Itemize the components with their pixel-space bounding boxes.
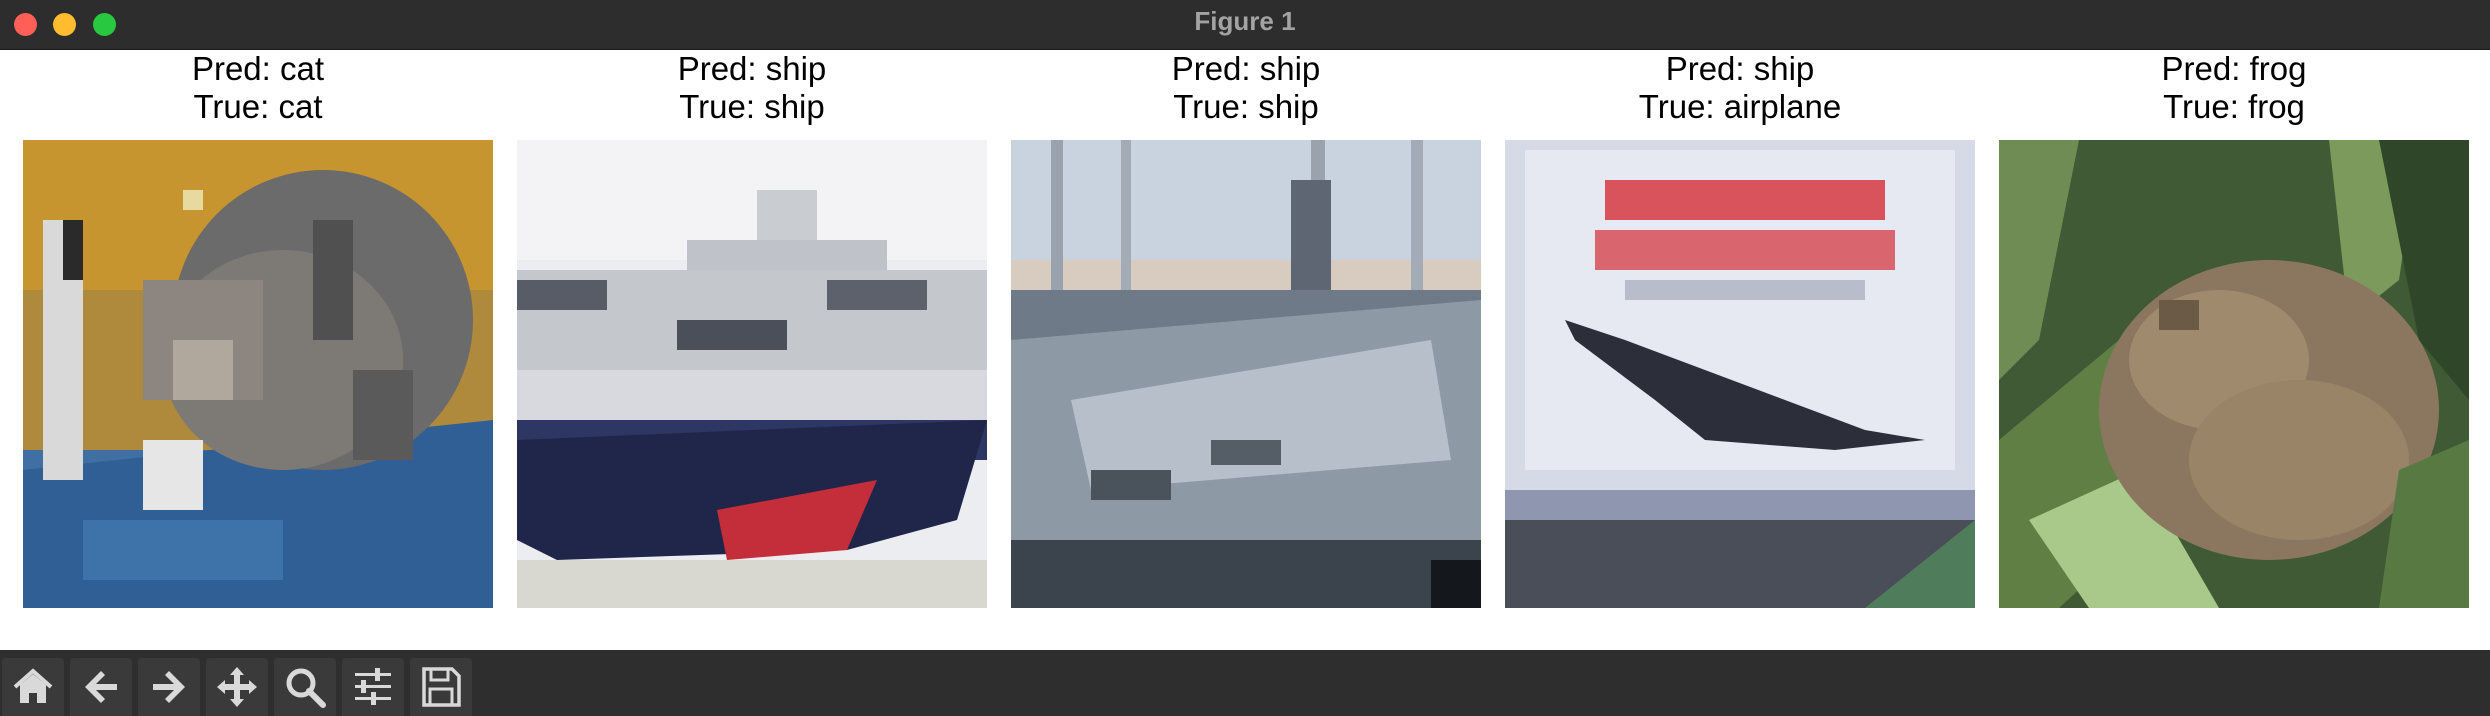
forward-arrow-icon [153, 671, 185, 703]
subplot-title: Pred: frog True: frog [1999, 50, 2469, 126]
home-button[interactable] [2, 658, 64, 716]
true-label: True: frog [2163, 88, 2305, 125]
true-label: True: cat [193, 88, 323, 125]
frog-image [1999, 140, 2469, 608]
subplot-2: Pred: ship True: ship [517, 50, 987, 610]
forward-button[interactable] [138, 658, 200, 716]
window-title: Figure 1 [1194, 6, 1296, 36]
predicted-label: Pred: frog [2161, 50, 2307, 87]
configure-subplots-icon [355, 668, 391, 705]
subplot-1: Pred: cat True: cat [23, 50, 493, 610]
ship-image [1011, 140, 1481, 608]
navigation-toolbar [0, 650, 2490, 716]
figure-canvas: Pred: cat True: cat Pred: ship True: shi… [0, 50, 2490, 650]
back-button[interactable] [70, 658, 132, 716]
cat-image [23, 140, 493, 608]
true-label: True: ship [679, 88, 825, 125]
subplot-title: Pred: ship True: airplane [1505, 50, 1975, 126]
subplot-title: Pred: ship True: ship [1011, 50, 1481, 126]
subplot-title: Pred: cat True: cat [23, 50, 493, 126]
home-icon [13, 668, 53, 703]
window-titlebar: Figure 1 [0, 0, 2490, 50]
pan-icon [217, 667, 257, 707]
ship-image [517, 140, 987, 608]
back-arrow-icon [85, 671, 117, 703]
true-label: True: airplane [1638, 88, 1842, 125]
subplot-4: Pred: ship True: airplane [1505, 50, 1975, 610]
predicted-label: Pred: ship [677, 50, 827, 87]
predicted-label: Pred: ship [1665, 50, 1815, 87]
zoom-button[interactable] [274, 658, 336, 716]
configure-subplots-button[interactable] [342, 658, 404, 716]
airplane-image [1505, 140, 1975, 608]
subplot-title: Pred: ship True: ship [517, 50, 987, 126]
subplot-3: Pred: ship True: ship [1011, 50, 1481, 610]
save-button[interactable] [410, 658, 472, 716]
predicted-label: Pred: cat [191, 50, 325, 87]
save-icon [422, 667, 461, 707]
true-label: True: ship [1173, 88, 1319, 125]
subplot-5: Pred: frog True: frog [1999, 50, 2469, 610]
predicted-label: Pred: ship [1171, 50, 1321, 87]
zoom-icon [286, 668, 326, 708]
pan-button[interactable] [206, 658, 268, 716]
